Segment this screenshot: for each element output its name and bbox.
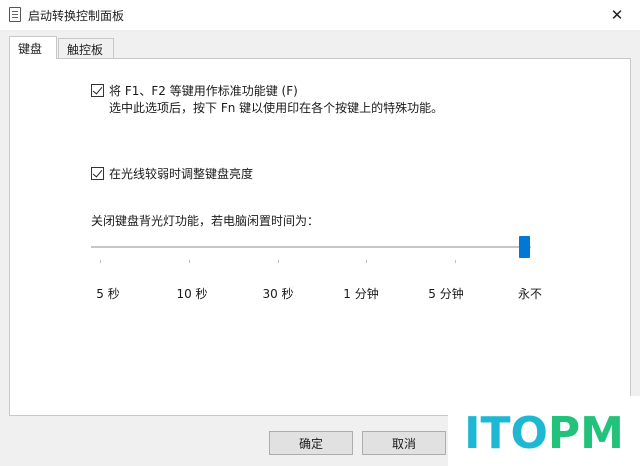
fn-keys-description: 选中此选项后，按下 Fn 键以使用印在各个按键上的特殊功能。 (109, 101, 444, 115)
ok-button[interactable]: 确定 (269, 431, 353, 455)
slider-tick (189, 260, 190, 263)
app-document-icon (9, 7, 21, 22)
timeout-option-30s: 30 秒 (262, 287, 294, 301)
watermark-logo-graphic: ITOPM (464, 408, 624, 456)
fn-keys-label: 将 F1、F2 等键用作标准功能键 (F) (109, 84, 298, 98)
timeout-option-1min: 1 分钟 (343, 287, 379, 301)
control-panel-window: 启动转换控制面板 ✕ 键盘 触控板 将 F1、F2 等键用作标准功能键 (F) … (0, 0, 640, 466)
tab-keyboard[interactable]: 键盘 (9, 36, 57, 59)
close-button[interactable]: ✕ (594, 0, 640, 30)
slider-tick (278, 260, 279, 263)
backlight-slider-thumb[interactable] (519, 236, 530, 258)
watermark-text: ITOPM (464, 408, 624, 456)
fn-keys-option[interactable]: 将 F1、F2 等键用作标准功能键 (F) (91, 83, 298, 100)
title-bar: 启动转换控制面板 ✕ (0, 0, 640, 30)
watermark-logo: ITOPM (448, 396, 640, 466)
timeout-option-10s: 10 秒 (176, 287, 208, 301)
brightness-checkbox[interactable] (91, 167, 104, 180)
window-title: 启动转换控制面板 (28, 9, 125, 23)
fn-keys-checkbox[interactable] (91, 84, 104, 97)
timeout-option-5min: 5 分钟 (428, 287, 464, 301)
slider-tick (366, 260, 367, 263)
timeout-option-5s: 5 秒 (96, 287, 120, 301)
brightness-label: 在光线较弱时调整键盘亮度 (109, 167, 254, 181)
cancel-button[interactable]: 取消 (362, 431, 446, 455)
slider-tick (100, 260, 101, 263)
backlight-slider-track[interactable] (91, 246, 531, 248)
brightness-option[interactable]: 在光线较弱时调整键盘亮度 (91, 166, 253, 183)
tab-touchpad[interactable]: 触控板 (58, 38, 114, 58)
slider-tick (455, 260, 456, 263)
timeout-option-never: 永不 (517, 287, 543, 301)
backlight-timeout-label: 关闭键盘背光灯功能，若电脑闲置时间为： (91, 214, 320, 228)
